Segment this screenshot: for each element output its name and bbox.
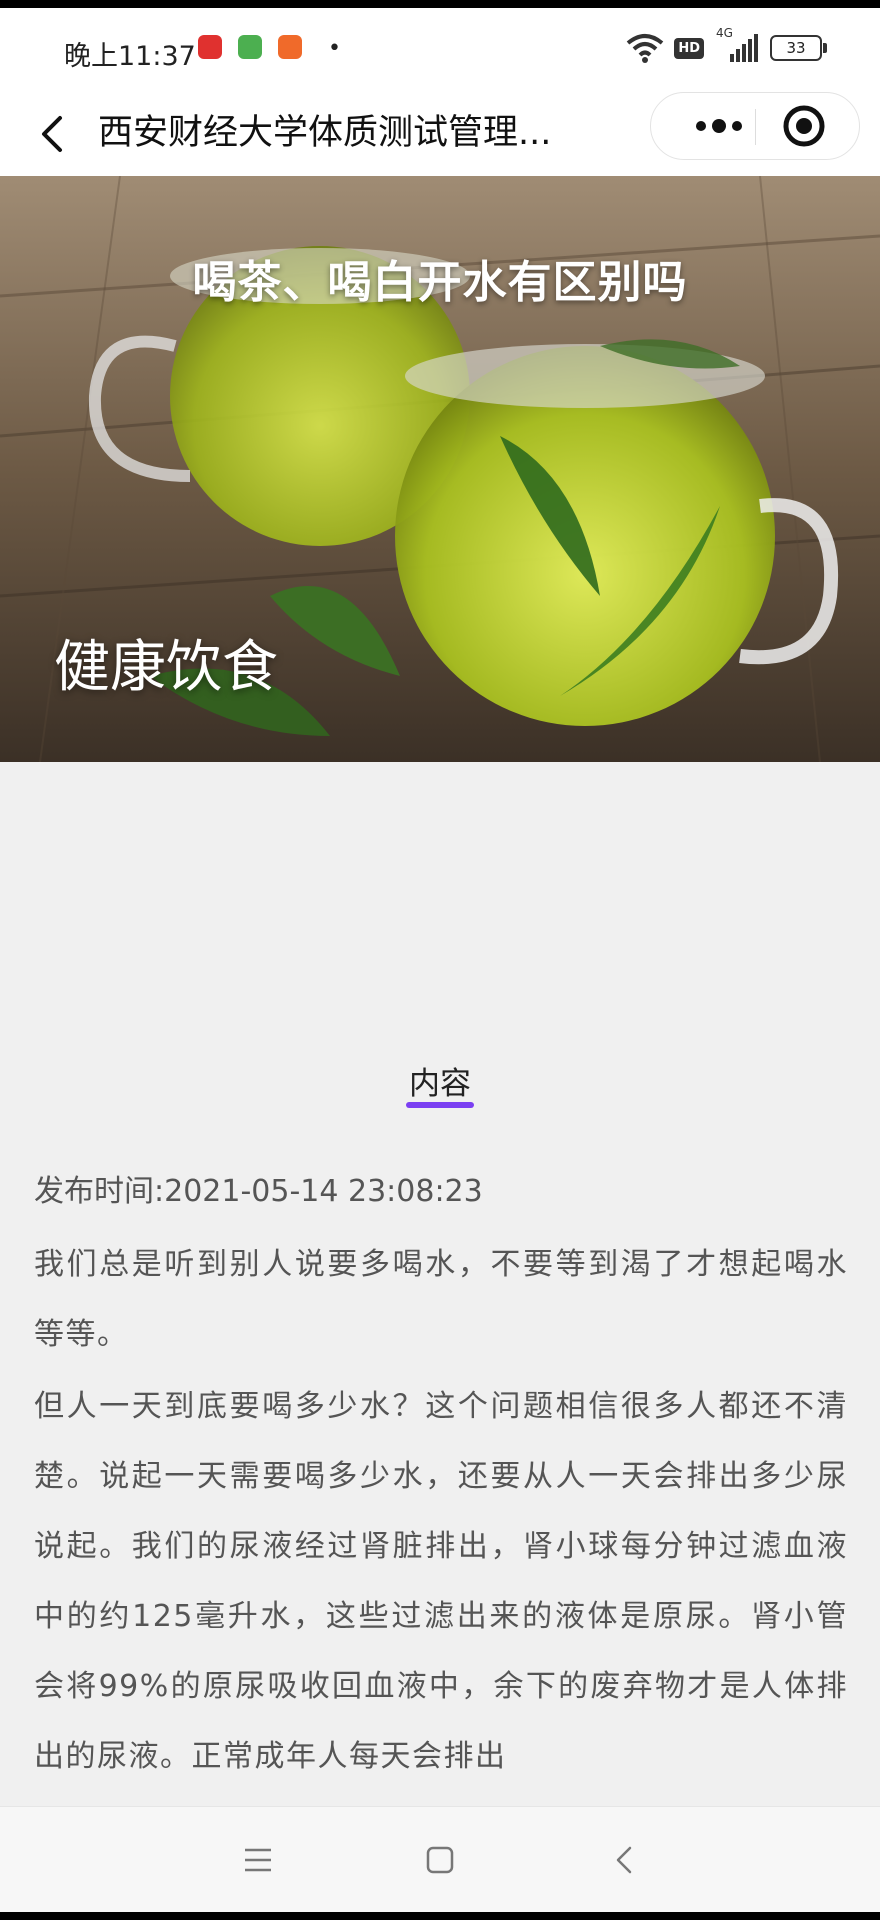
more-dots-icon	[696, 119, 742, 133]
banner-category-label: 健康饮食	[54, 635, 278, 700]
page-title: 西安财经大学体质测试管理...	[98, 113, 552, 153]
status-time: 晚上11:37	[64, 41, 196, 72]
wifi-icon	[627, 34, 664, 63]
screen-bottom-edge	[0, 1912, 880, 1920]
back-arrow-icon	[42, 116, 62, 152]
publish-time: 发布时间:2021-05-14 23:08:23	[34, 1174, 483, 1209]
back-button[interactable]	[32, 106, 82, 162]
close-miniprogram-button[interactable]	[781, 103, 827, 149]
status-bar: 晚上11:37 • HD 4G 33	[0, 0, 880, 92]
notification-dot: •	[328, 36, 341, 61]
home-button[interactable]	[417, 1837, 463, 1883]
android-app-icon	[238, 35, 262, 59]
nav-back-icon	[616, 1846, 632, 1874]
netease-music-icon	[198, 35, 222, 59]
target-icon	[783, 105, 825, 147]
system-navigation-bar	[0, 1806, 880, 1913]
tab-content-label: 内容	[409, 1066, 471, 1102]
signal-indicator: 4G	[714, 26, 760, 64]
hd-badge: HD	[674, 37, 704, 59]
article-body: 我们总是听到别人说要多喝水，不要等到渴了才想起喝水等等。 但人一天到底要喝多少水…	[34, 1230, 848, 1792]
battery-indicator: 33	[770, 35, 827, 61]
banner-title: 喝茶、喝白开水有区别吗	[192, 257, 688, 308]
menu-icon	[245, 1848, 271, 1872]
article-paragraph: 但人一天到底要喝多少水？这个问题相信很多人都还不清楚。说起一天需要喝多少水，还要…	[34, 1389, 848, 1774]
mini-program-capsule	[650, 92, 860, 160]
capsule-divider	[755, 109, 756, 145]
article-paragraph: 我们总是听到别人说要多喝水，不要等到渴了才想起喝水等等。	[34, 1247, 848, 1352]
signal-icon	[730, 34, 758, 62]
tab-content[interactable]: 内容	[0, 1058, 880, 1103]
menu-button[interactable]	[235, 1837, 281, 1883]
article-banner: 喝茶、喝白开水有区别吗 健康饮食	[0, 176, 880, 762]
home-square-icon	[426, 1846, 454, 1874]
nav-bar: 西安财经大学体质测试管理...	[0, 92, 880, 176]
status-indicators: HD 4G 33	[626, 26, 827, 66]
system-back-button[interactable]	[602, 1837, 648, 1883]
more-button[interactable]	[679, 93, 759, 159]
tab-active-indicator	[406, 1102, 474, 1108]
video-app-icon	[278, 35, 302, 59]
